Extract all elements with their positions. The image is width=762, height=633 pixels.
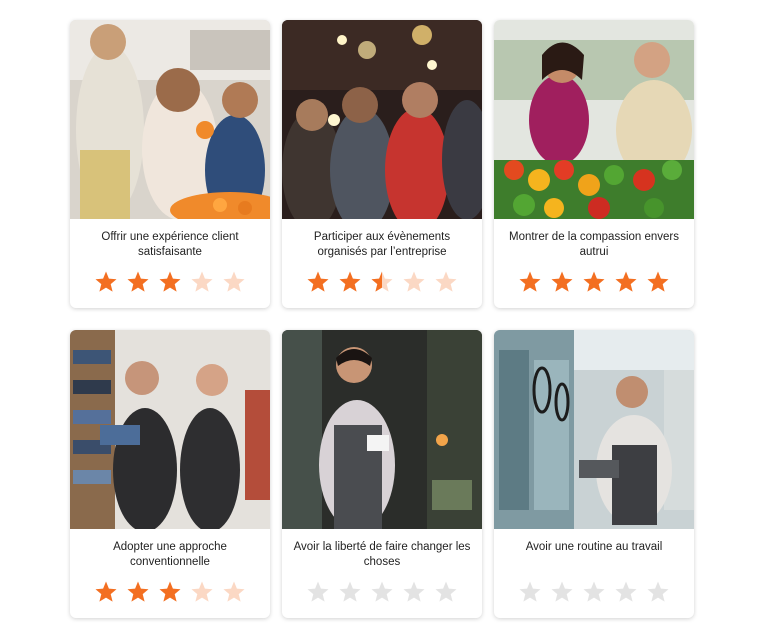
card-conventional-approach: Adopter une approche conventionnelle — [70, 330, 270, 618]
star-icon[interactable] — [222, 580, 246, 604]
card-label: Avoir la liberté de faire changer les ch… — [293, 541, 471, 568]
star-icon[interactable] — [338, 270, 362, 294]
card-label: Participer aux évènements organisés par … — [313, 231, 451, 258]
star-icon[interactable] — [402, 580, 426, 604]
star-icon[interactable] — [222, 270, 246, 294]
card-work-routine: Avoir une routine au travail — [494, 330, 694, 618]
card-label: Avoir une routine au travail — [525, 541, 663, 553]
star-icon[interactable] — [370, 580, 394, 604]
star-icon[interactable] — [158, 270, 182, 294]
star-icon[interactable] — [370, 270, 394, 294]
star-icon[interactable] — [126, 580, 150, 604]
star-icon[interactable] — [646, 270, 670, 294]
rating-stars[interactable] — [70, 270, 270, 296]
star-icon[interactable] — [158, 580, 182, 604]
card-label: Montrer de la compassion envers autrui — [508, 231, 680, 258]
card-compassion: Montrer de la compassion envers autrui — [494, 20, 694, 308]
rating-stars[interactable] — [494, 270, 694, 296]
clothing-store-staff-photo — [70, 330, 270, 529]
star-icon[interactable] — [94, 270, 118, 294]
card-label: Offrir une expérience client satisfaisan… — [101, 231, 239, 258]
star-icon[interactable] — [614, 270, 638, 294]
produce-market-photo — [494, 20, 694, 219]
star-icon[interactable] — [434, 270, 458, 294]
star-icon[interactable] — [518, 270, 542, 294]
card-company-events: Participer aux évènements organisés par … — [282, 20, 482, 308]
rating-stars[interactable] — [494, 580, 694, 606]
party-sparklers-photo — [282, 20, 482, 219]
star-icon[interactable] — [190, 580, 214, 604]
rating-stars[interactable] — [282, 270, 482, 296]
grocery-worker-tablet-photo — [494, 330, 694, 529]
star-icon[interactable] — [550, 270, 574, 294]
smiling-waiter-photo — [282, 330, 482, 529]
star-icon[interactable] — [402, 270, 426, 294]
star-icon[interactable] — [550, 580, 574, 604]
star-icon[interactable] — [518, 580, 542, 604]
star-icon[interactable] — [582, 270, 606, 294]
star-icon[interactable] — [190, 270, 214, 294]
shoppers-with-oranges-photo — [70, 20, 270, 219]
star-icon[interactable] — [306, 580, 330, 604]
star-icon[interactable] — [94, 580, 118, 604]
rating-stars[interactable] — [70, 580, 270, 606]
star-icon[interactable] — [338, 580, 362, 604]
star-icon[interactable] — [126, 270, 150, 294]
star-icon[interactable] — [306, 270, 330, 294]
star-icon[interactable] — [582, 580, 606, 604]
star-icon[interactable] — [434, 580, 458, 604]
rating-stars[interactable] — [282, 580, 482, 606]
star-icon[interactable] — [646, 580, 670, 604]
card-freedom-to-change: Avoir la liberté de faire changer les ch… — [282, 330, 482, 618]
star-icon[interactable] — [614, 580, 638, 604]
card-label: Adopter une approche conventionnelle — [113, 541, 227, 568]
card-customer-experience: Offrir une expérience client satisfaisan… — [70, 20, 270, 308]
